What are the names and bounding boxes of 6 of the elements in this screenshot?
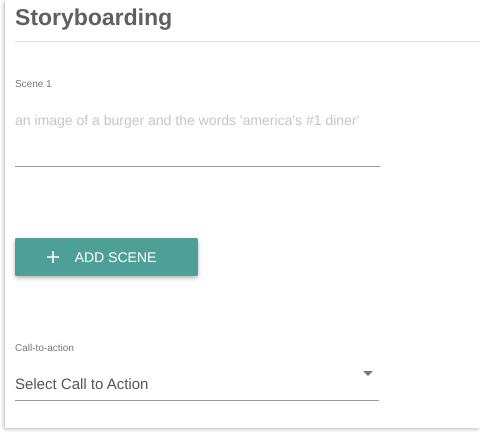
field-label: Scene 1 [15,79,53,90]
plus-icon [46,251,59,263]
field-label: Call-to-action [15,343,74,354]
call-to-action-select[interactable]: Select Call to Action [15,366,379,401]
caret-icon [363,371,373,376]
page-title: Storyboarding [14,3,174,32]
